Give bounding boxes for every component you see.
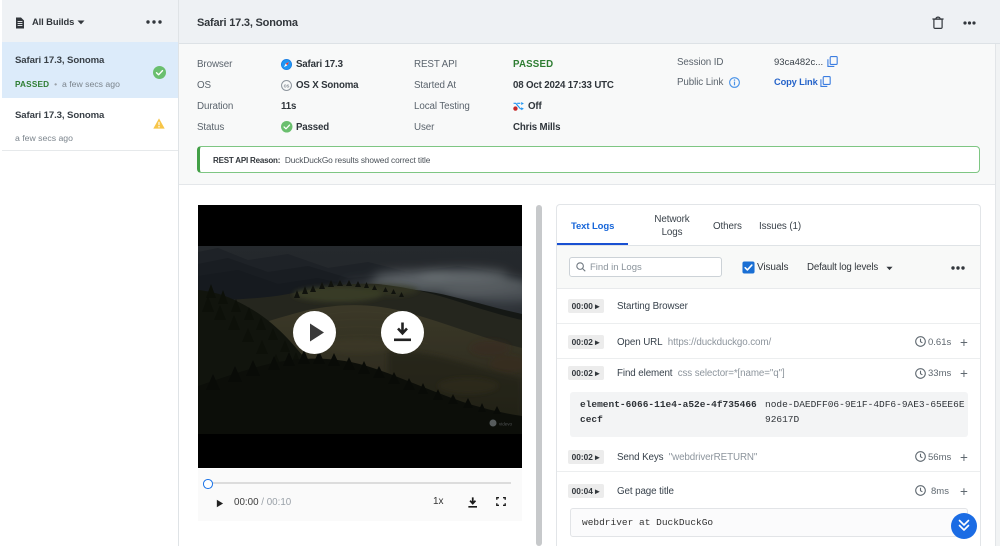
svg-text:os: os xyxy=(284,84,290,90)
svg-text:videvo: videvo xyxy=(499,422,513,427)
